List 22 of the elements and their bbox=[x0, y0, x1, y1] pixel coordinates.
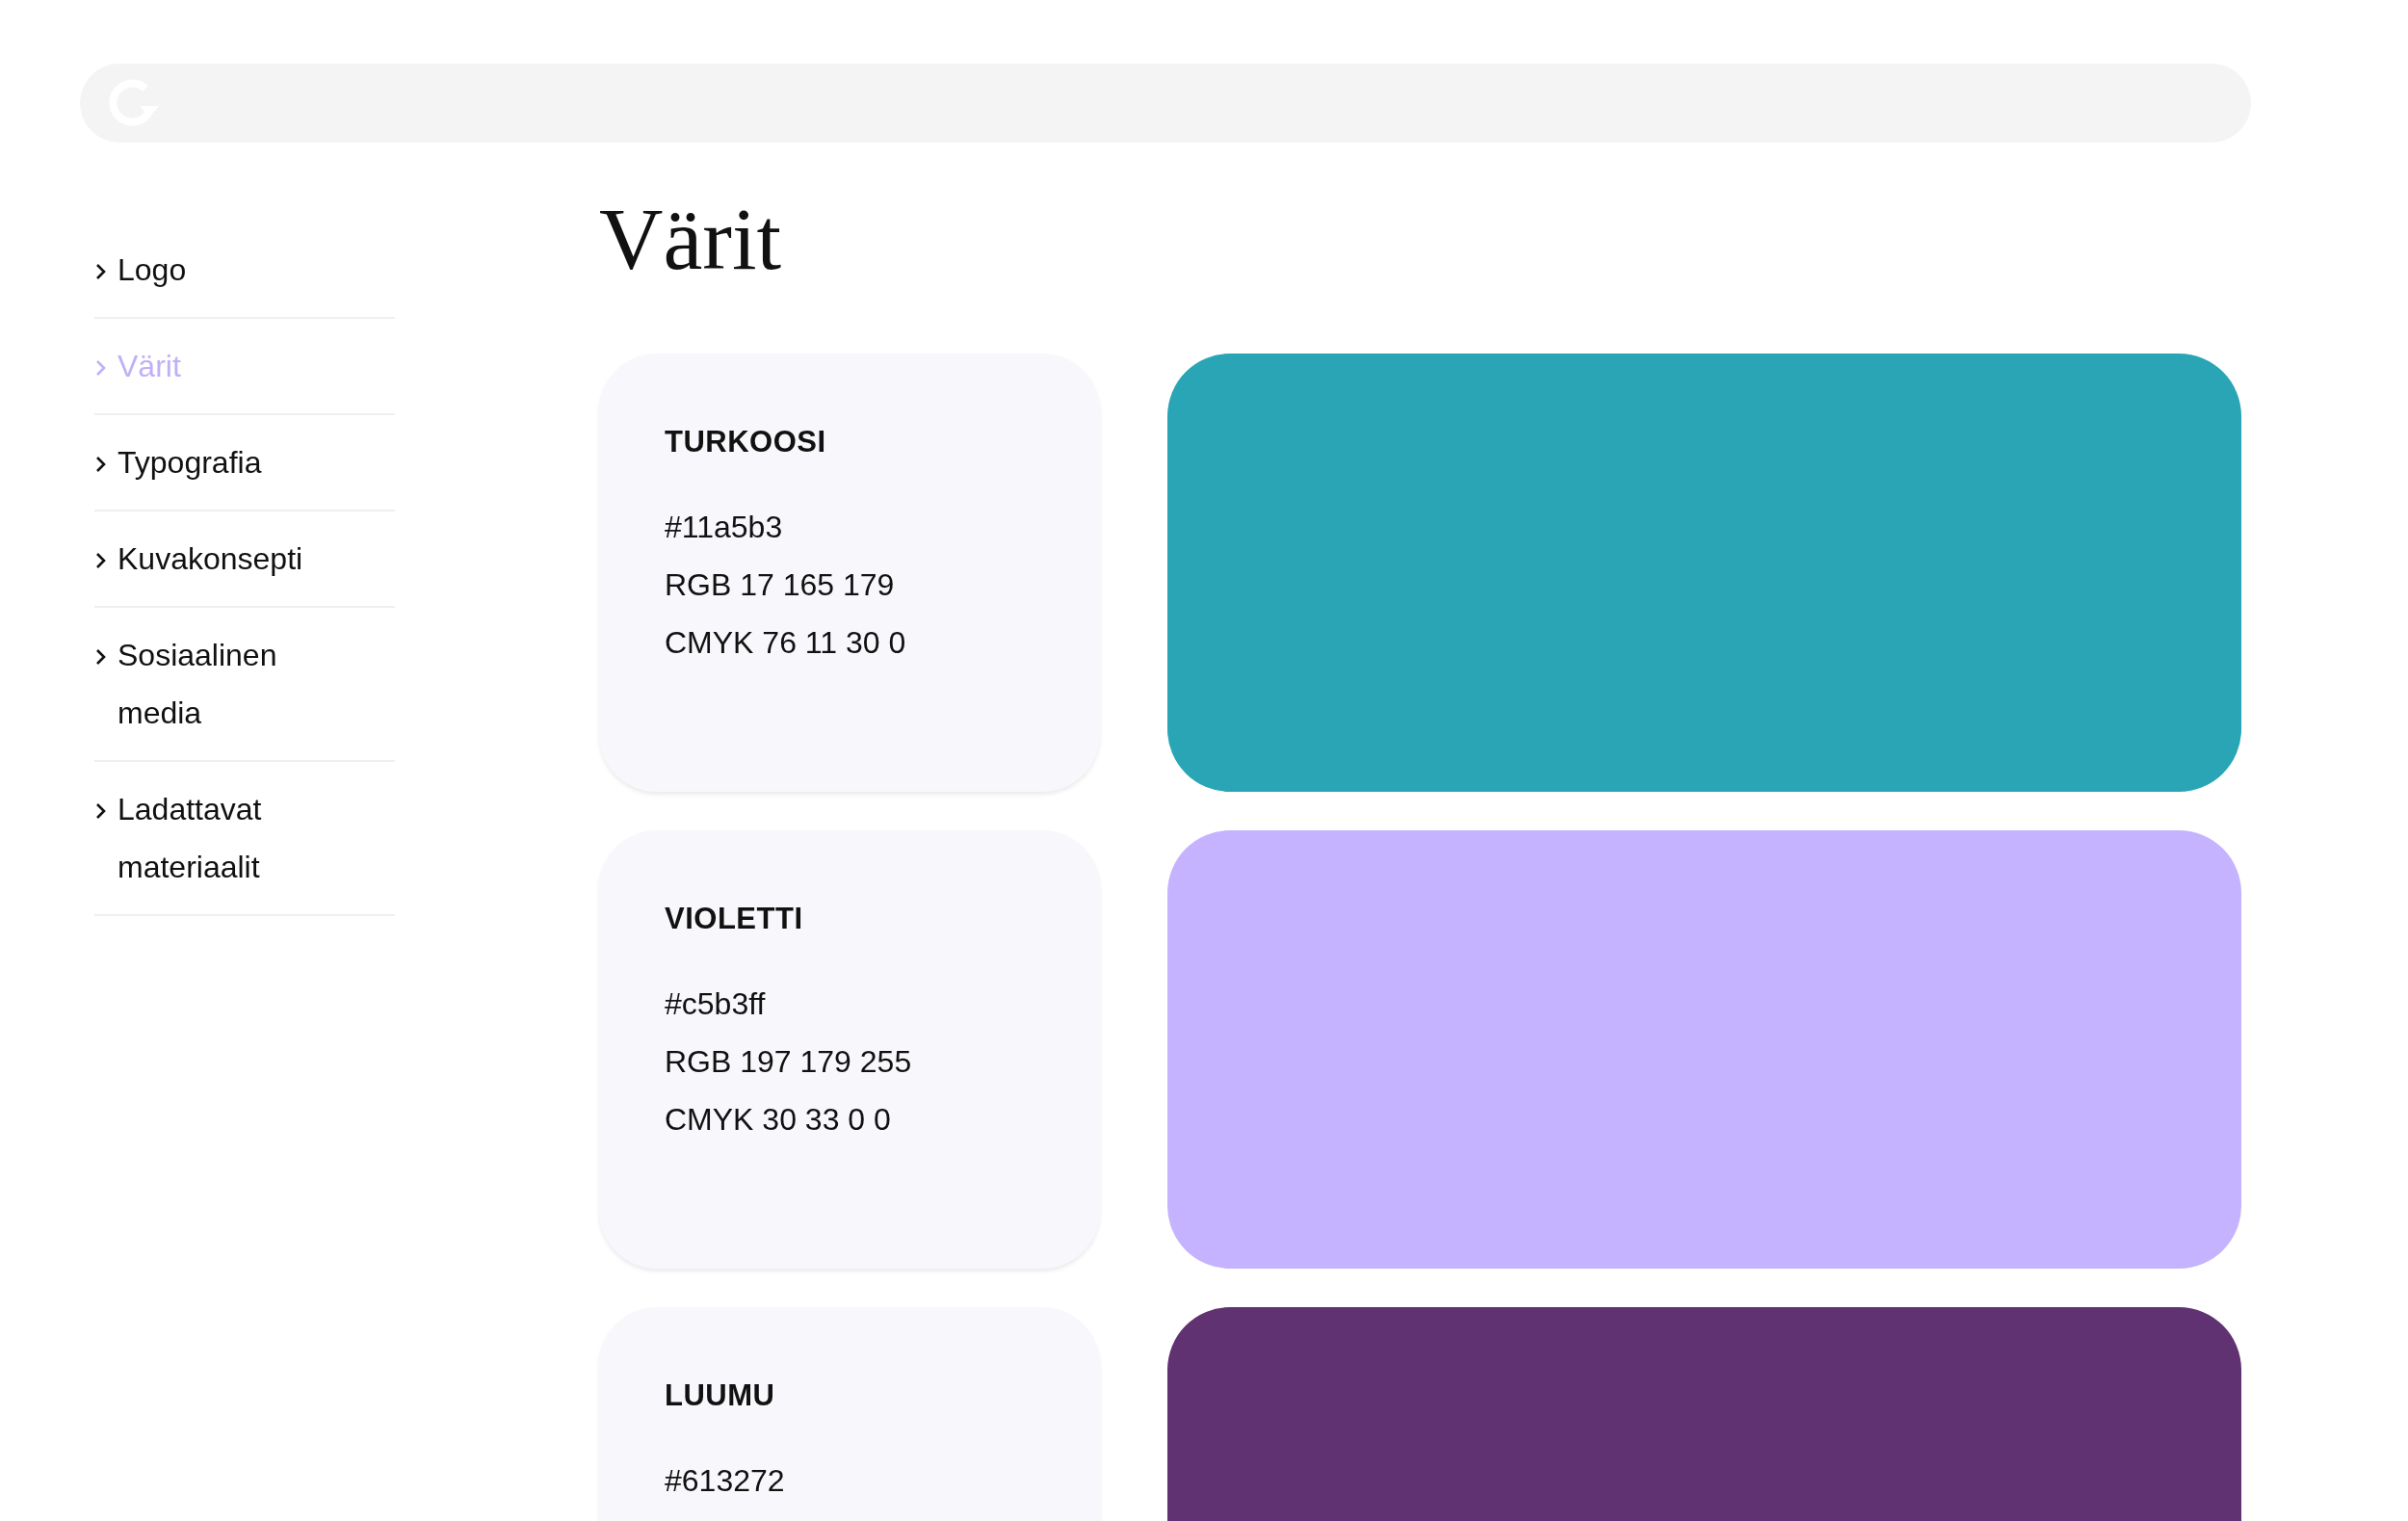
hex-code: #c5b3ff bbox=[665, 985, 767, 1023]
color-name: LUUMU bbox=[665, 1377, 776, 1414]
chevron-icon bbox=[94, 801, 108, 821]
chevron-icon bbox=[94, 647, 108, 667]
rgb-value: RGB 17 165 179 bbox=[665, 566, 896, 604]
color-name: TURKOOSI bbox=[665, 424, 827, 460]
hex-code: #11a5b3 bbox=[665, 509, 784, 546]
page-title: Värit bbox=[599, 191, 783, 287]
nav-link[interactable]: Kuvakonsepti bbox=[94, 511, 395, 608]
chevron-icon bbox=[94, 358, 108, 378]
hex-code: #613272 bbox=[665, 1462, 786, 1500]
chevron-icon bbox=[94, 455, 108, 474]
nav-link[interactable]: Ladattavat materiaalit bbox=[94, 762, 395, 916]
nav-link[interactable]: Sosiaalinen media bbox=[94, 608, 395, 762]
chevron-icon bbox=[94, 551, 108, 570]
rgb-value: RGB 197 179 255 bbox=[665, 1043, 913, 1081]
nav-link[interactable]: Typografia bbox=[94, 415, 395, 511]
cmyk-value: CMYK 76 11 30 0 bbox=[665, 624, 907, 662]
cmyk-value: CMYK 30 33 0 0 bbox=[665, 1101, 892, 1139]
color-name: VIOLETTI bbox=[665, 901, 804, 937]
nav-link[interactable]: Logo bbox=[94, 223, 395, 319]
chevron-icon bbox=[94, 262, 108, 281]
